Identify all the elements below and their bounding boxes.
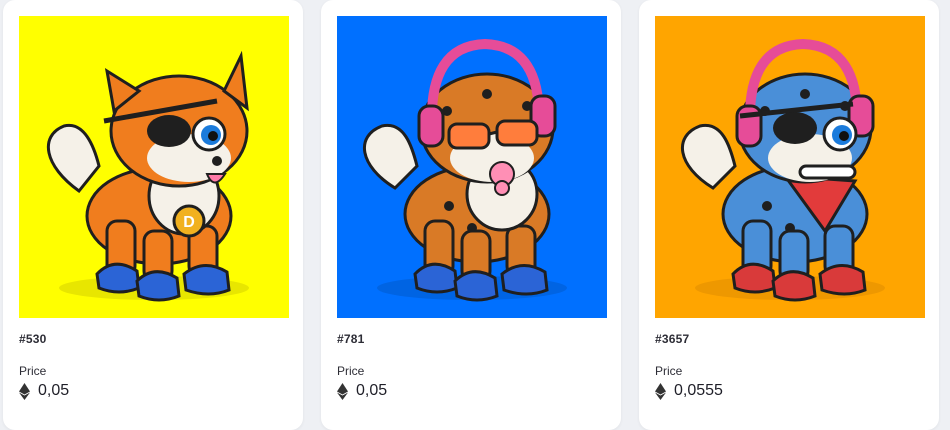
price-row: 0,05 [337,382,387,400]
price-value: 0,0555 [674,382,723,399]
svg-text:D: D [183,214,195,231]
price-label: Price [19,364,47,378]
token-id: #3657 [655,332,690,346]
nft-artwork[interactable]: D [19,16,289,318]
nft-card[interactable]: #781 Price 0,05 [321,0,621,430]
price-row: 0,05 [19,382,69,400]
price-label: Price [655,364,683,378]
nft-card[interactable]: D #530 Price 0,05 [3,0,303,430]
ethereum-icon [337,382,348,400]
nft-artwork-image [337,16,607,318]
ethereum-icon [655,382,666,400]
nft-artwork[interactable] [337,16,607,318]
nft-artwork-image: D [19,16,289,318]
nft-artwork-image [655,16,925,318]
token-id: #530 [19,332,47,346]
token-id: #781 [337,332,365,346]
nft-grid: D #530 Price 0,05 #781 Price 0,05 #3657 … [0,0,950,430]
price-row: 0,0555 [655,382,723,400]
nft-card[interactable]: #3657 Price 0,0555 [639,0,939,430]
ethereum-icon [19,382,30,400]
price-value: 0,05 [38,382,70,399]
nft-artwork[interactable] [655,16,925,318]
price-value: 0,05 [356,382,388,399]
price-label: Price [337,364,365,378]
